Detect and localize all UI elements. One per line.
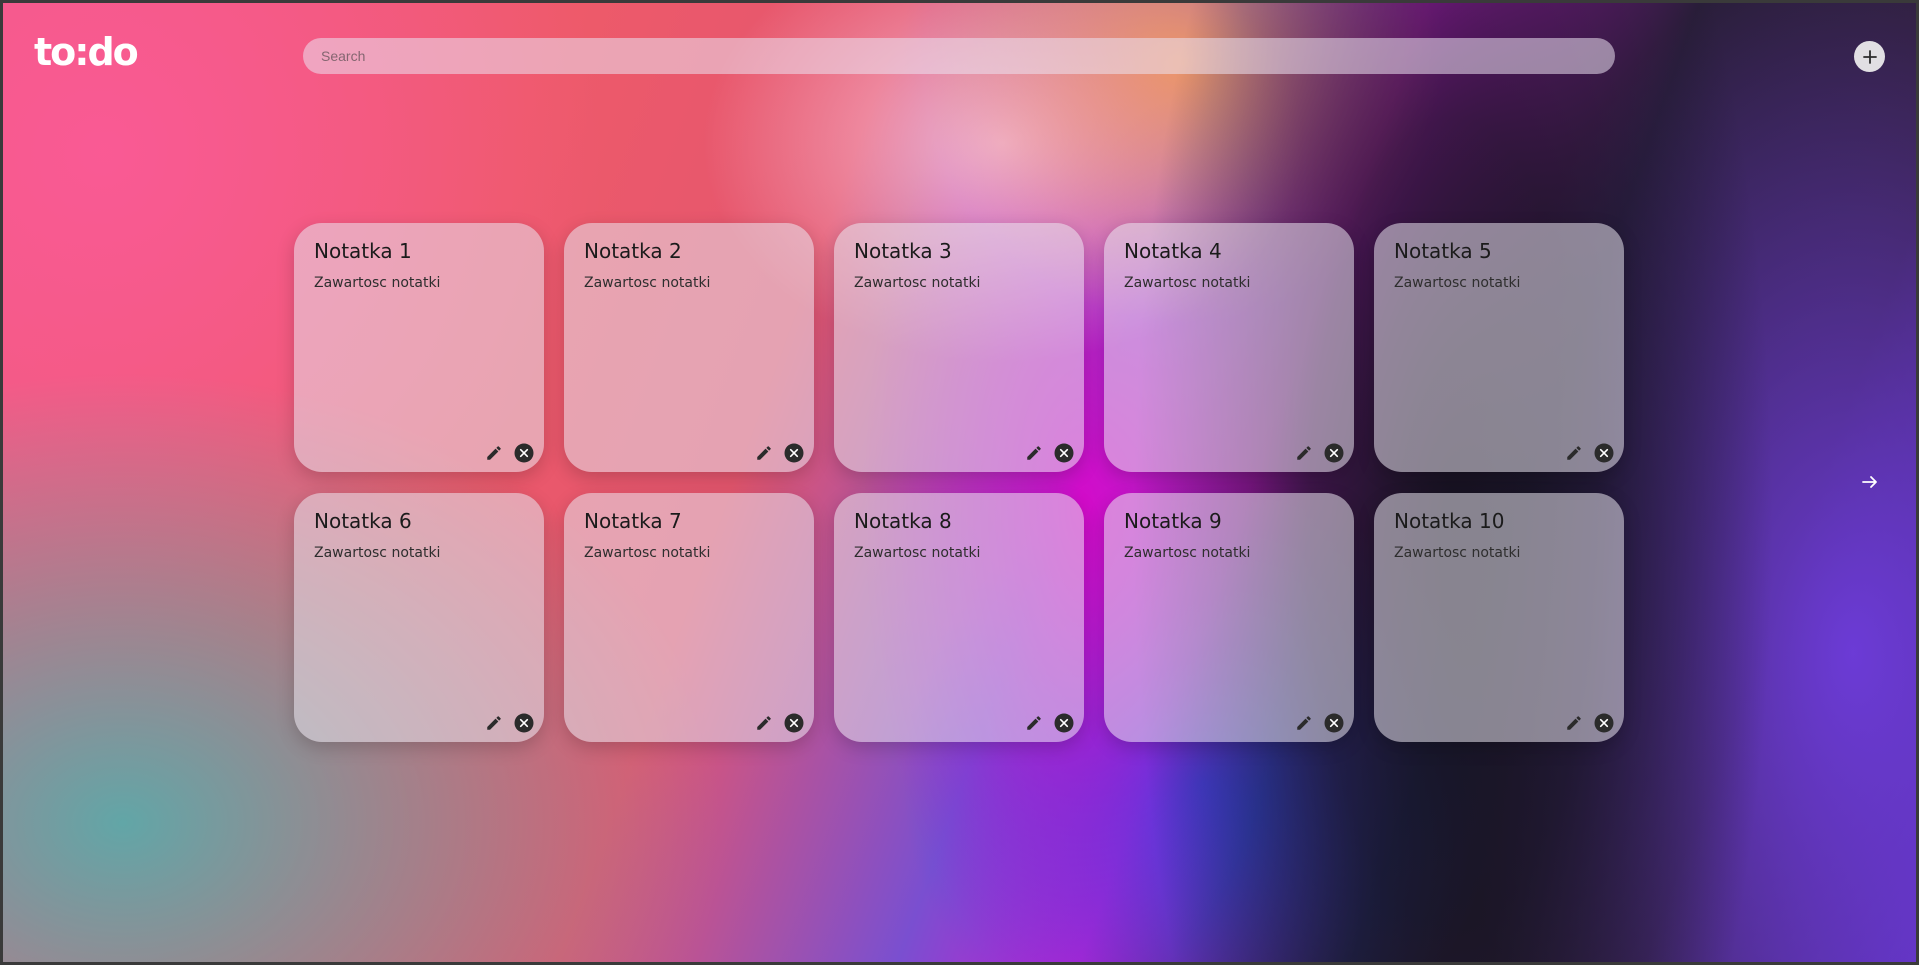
edit-note-button[interactable] [754,713,774,733]
note-card[interactable]: Notatka 1 Zawartosc notatki [294,223,544,472]
delete-note-button[interactable] [1594,443,1614,463]
delete-note-button[interactable] [1324,713,1344,733]
notes-grid: Notatka 1 Zawartosc notatki Notatka 2 Za… [294,223,1624,742]
pencil-icon [1567,446,1581,460]
note-card[interactable]: Notatka 9 Zawartosc notatki [1104,493,1354,742]
app-logo: to:do [34,30,139,74]
note-content: Zawartosc notatki [314,545,441,561]
note-content: Zawartosc notatki [854,275,981,291]
note-card[interactable]: Notatka 3 Zawartosc notatki [834,223,1084,472]
pencil-icon [1297,446,1311,460]
note-card[interactable]: Notatka 7 Zawartosc notatki [564,493,814,742]
close-circle-icon [784,713,804,733]
close-circle-icon [1594,713,1614,733]
note-title: Notatka 10 [1394,509,1505,533]
note-card[interactable]: Notatka 4 Zawartosc notatki [1104,223,1354,472]
pencil-icon [487,716,501,730]
note-actions [484,713,534,733]
delete-note-button[interactable] [784,713,804,733]
pencil-icon [487,446,501,460]
edit-note-button[interactable] [1024,443,1044,463]
close-circle-icon [514,443,534,463]
note-content: Zawartosc notatki [314,275,441,291]
note-title: Notatka 2 [584,239,682,263]
add-note-button[interactable] [1854,41,1885,72]
note-content: Zawartosc notatki [1124,545,1251,561]
search-input[interactable] [303,38,1615,74]
close-circle-icon [1054,443,1074,463]
pencil-icon [1027,716,1041,730]
delete-note-button[interactable] [784,443,804,463]
pencil-icon [1297,716,1311,730]
note-actions [1024,713,1074,733]
note-actions [1294,713,1344,733]
note-content: Zawartosc notatki [584,275,711,291]
note-actions [1564,443,1614,463]
note-title: Notatka 5 [1394,239,1492,263]
close-circle-icon [784,443,804,463]
pencil-icon [757,446,771,460]
note-title: Notatka 9 [1124,509,1222,533]
note-content: Zawartosc notatki [854,545,981,561]
pencil-icon [757,716,771,730]
close-circle-icon [1324,713,1344,733]
delete-note-button[interactable] [1324,443,1344,463]
note-title: Notatka 4 [1124,239,1222,263]
note-title: Notatka 8 [854,509,952,533]
note-content: Zawartosc notatki [1394,275,1521,291]
next-page-button[interactable] [1858,470,1882,494]
note-content: Zawartosc notatki [1124,275,1251,291]
edit-note-button[interactable] [1024,713,1044,733]
edit-note-button[interactable] [1564,443,1584,463]
arrow-right-icon [1862,476,1877,488]
edit-note-button[interactable] [484,443,504,463]
note-content: Zawartosc notatki [584,545,711,561]
note-actions [484,443,534,463]
note-actions [1024,443,1074,463]
note-card[interactable]: Notatka 6 Zawartosc notatki [294,493,544,742]
note-title: Notatka 3 [854,239,952,263]
note-title: Notatka 7 [584,509,682,533]
app-background: to:do Notatka 1 Zawartosc notatki Notatk… [3,3,1916,962]
note-actions [1294,443,1344,463]
note-card[interactable]: Notatka 10 Zawartosc notatki [1374,493,1624,742]
delete-note-button[interactable] [1054,443,1074,463]
close-circle-icon [1324,443,1344,463]
delete-note-button[interactable] [1594,713,1614,733]
pencil-icon [1027,446,1041,460]
edit-note-button[interactable] [754,443,774,463]
edit-note-button[interactable] [1564,713,1584,733]
edit-note-button[interactable] [1294,713,1314,733]
note-title: Notatka 1 [314,239,412,263]
delete-note-button[interactable] [514,443,534,463]
note-card[interactable]: Notatka 5 Zawartosc notatki [1374,223,1624,472]
plus-icon [1862,49,1877,64]
edit-note-button[interactable] [1294,443,1314,463]
note-card[interactable]: Notatka 2 Zawartosc notatki [564,223,814,472]
note-title: Notatka 6 [314,509,412,533]
close-circle-icon [1054,713,1074,733]
pencil-icon [1567,716,1581,730]
note-actions [1564,713,1614,733]
delete-note-button[interactable] [514,713,534,733]
edit-note-button[interactable] [484,713,504,733]
note-content: Zawartosc notatki [1394,545,1521,561]
close-circle-icon [1594,443,1614,463]
note-card[interactable]: Notatka 8 Zawartosc notatki [834,493,1084,742]
note-actions [754,443,804,463]
note-actions [754,713,804,733]
close-circle-icon [514,713,534,733]
delete-note-button[interactable] [1054,713,1074,733]
